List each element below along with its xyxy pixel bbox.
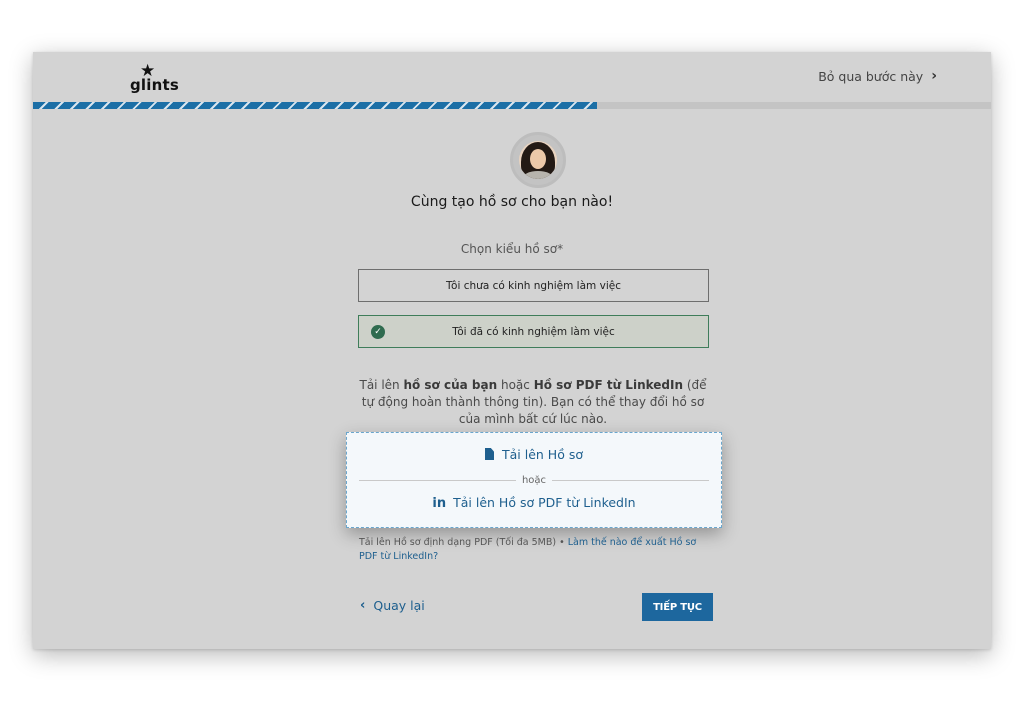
back-button[interactable]: ‹ Quay lại: [360, 598, 425, 613]
upload-linkedin-label: Tải lên Hồ sơ PDF từ LinkedIn: [453, 495, 636, 510]
upload-description: Tải lên hồ sơ của bạn hoặc Hồ sơ PDF từ …: [359, 378, 707, 426]
option-has-experience[interactable]: ✓ Tôi đã có kinh nghiệm làm việc: [358, 315, 709, 348]
skip-step-label: Bỏ qua bước này: [818, 68, 924, 84]
profile-type-label: Chọn kiểu hồ sơ*: [460, 242, 564, 256]
avatar-photo: [519, 141, 557, 179]
upload-help-text: Tải lên Hồ sơ định dạng PDF (Tối đa 5MB)…: [359, 537, 697, 562]
logo-text: glints: [130, 76, 179, 94]
chevron-right-icon: ›: [931, 68, 937, 84]
option-no-experience[interactable]: Tôi chưa có kinh nghiệm làm việc: [358, 269, 709, 302]
progress-bar-fill: [33, 102, 598, 109]
upload-card: Tải lên Hồ sơ hoặc in Tải lên Hồ sơ PDF t…: [346, 432, 722, 528]
back-label: Quay lại: [373, 598, 425, 613]
option-label: Tôi đã có kinh nghiệm làm việc: [452, 325, 615, 338]
file-icon: [485, 448, 494, 460]
upload-resume-button[interactable]: Tải lên Hồ sơ: [347, 447, 721, 462]
option-label: Tôi chưa có kinh nghiệm làm việc: [446, 279, 621, 292]
glints-logo[interactable]: ★ glints: [130, 63, 190, 95]
continue-button[interactable]: TIẾP TỤC: [642, 593, 713, 621]
or-divider: hoặc: [359, 473, 709, 487]
check-circle-icon: ✓: [371, 325, 385, 339]
upload-resume-label: Tải lên Hồ sơ: [502, 447, 583, 462]
upload-linkedin-button[interactable]: in Tải lên Hồ sơ PDF từ LinkedIn: [347, 495, 721, 511]
avatar[interactable]: [510, 132, 566, 188]
page-title: Cùng tạo hồ sơ cho bạn nào!: [410, 194, 614, 210]
chevron-left-icon: ‹: [360, 598, 366, 613]
skip-step-link[interactable]: Bỏ qua bước này ›: [818, 68, 937, 84]
or-label: hoặc: [521, 474, 547, 486]
progress-bar: [33, 102, 991, 109]
linkedin-icon: in: [432, 496, 447, 511]
app-window: ★ glints Bỏ qua bước này › Cùng tạo hồ s…: [33, 52, 991, 649]
top-bar: ★ glints Bỏ qua bước này ›: [33, 52, 991, 102]
